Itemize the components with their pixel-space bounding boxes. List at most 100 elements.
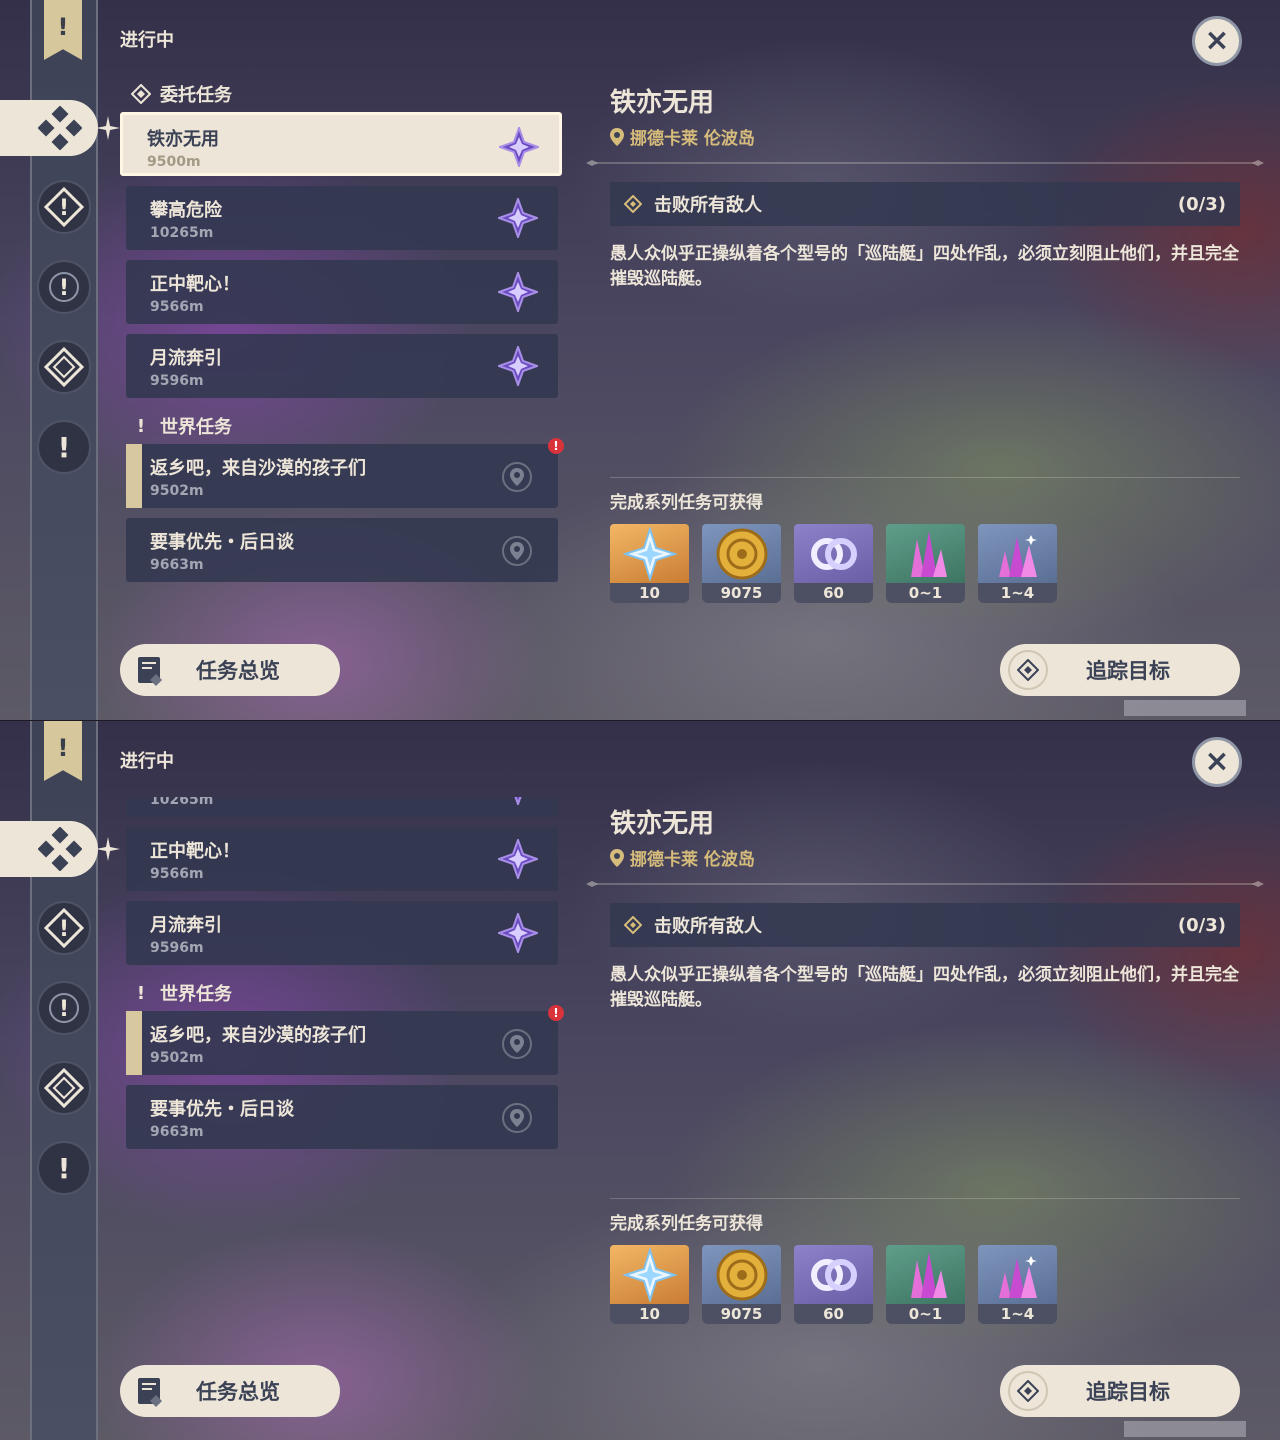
objective-text: 击败所有敌人 xyxy=(654,916,762,937)
reward-count: 9075 xyxy=(702,583,781,603)
nav-tab-world-quests[interactable]: ! xyxy=(37,1141,91,1195)
archon-quest-icon: ! xyxy=(44,908,84,948)
reward-count: 60 xyxy=(794,1304,873,1324)
reward-item[interactable]: 9075 xyxy=(702,1245,781,1324)
reward-item[interactable]: 1~4 xyxy=(978,524,1057,603)
location-pin-icon xyxy=(502,462,532,492)
quest-item[interactable]: 正中靶心！ 9566m xyxy=(126,827,558,891)
tracked-flag-icon xyxy=(126,1011,142,1075)
archon-quest-icon: ! xyxy=(44,187,84,227)
quest-item[interactable]: 要事优先・后日谈 9663m xyxy=(126,1085,558,1149)
detail-divider xyxy=(586,160,1264,166)
section-title: 进行中 xyxy=(120,30,174,51)
quest-group-title: 世界任务 xyxy=(160,984,232,1005)
quest-group-header: 委托任务 xyxy=(120,76,564,112)
nav-tab-commissions[interactable] xyxy=(0,100,98,156)
objective-text: 击败所有敌人 xyxy=(654,195,762,216)
reward-item[interactable]: 0~1 xyxy=(886,1245,965,1324)
reward-item[interactable]: 10 xyxy=(610,1245,689,1324)
reward-count: 0~1 xyxy=(886,583,965,603)
quest-item[interactable]: 返乡吧，来自沙漠的孩子们 9502m! xyxy=(126,438,564,508)
location-pin-icon xyxy=(502,1029,532,1059)
primogem-icon xyxy=(610,1245,689,1304)
rewards-row: 10 9075 60 0~1 1~4 xyxy=(610,1245,1057,1324)
commission-diamond-icon xyxy=(38,827,82,871)
reward-item[interactable]: 60 xyxy=(794,524,873,603)
section-title: 进行中 xyxy=(120,751,174,772)
quest-item[interactable]: 月流奔引 9596m xyxy=(126,901,558,965)
reward-count: 10 xyxy=(610,1304,689,1324)
quest-name: 铁亦无用 xyxy=(147,129,219,150)
world-quest-icon: ! xyxy=(136,415,146,437)
close-button[interactable]: × xyxy=(1192,737,1242,787)
sparkle-icon xyxy=(96,837,120,861)
objective-diamond-icon xyxy=(624,195,642,213)
reward-count: 1~4 xyxy=(978,1304,1057,1324)
scrollbar[interactable] xyxy=(1124,700,1246,716)
location-pin-icon xyxy=(502,536,532,566)
reward-item[interactable]: 1~4 xyxy=(978,1245,1057,1324)
adventure-exp-icon xyxy=(794,1245,873,1304)
quest-group-header: ! 世界任务 xyxy=(120,975,564,1011)
quest-name: 正中靶心！ xyxy=(150,841,240,862)
track-target-button[interactable]: 追踪目标 xyxy=(1000,1365,1240,1417)
new-alert-badge: ! xyxy=(548,1005,564,1021)
quest-overview-button[interactable]: 任务总览 xyxy=(120,644,340,696)
nav-tab-story-quests[interactable]: ! xyxy=(37,981,91,1035)
location-pin-icon xyxy=(502,1103,532,1133)
nav-tab-world-event[interactable] xyxy=(37,1061,91,1115)
location-pin-icon xyxy=(610,127,624,146)
nav-tab-world-event[interactable] xyxy=(37,340,91,394)
crystal-cluster-icon xyxy=(978,1245,1057,1304)
reward-count: 0~1 xyxy=(886,1304,965,1324)
commission-star-icon xyxy=(514,797,522,805)
scrollbar[interactable] xyxy=(1124,1421,1246,1437)
reward-item[interactable]: 10 xyxy=(610,524,689,603)
quest-distance: 9663m xyxy=(150,557,204,573)
commission-star-icon xyxy=(498,913,538,953)
commission-diamond-icon xyxy=(130,83,152,105)
track-diamond-icon xyxy=(1008,650,1048,690)
crystal-chunk-icon xyxy=(886,524,965,583)
close-icon: × xyxy=(1204,23,1230,58)
quest-item[interactable]: 铁亦无用 9500m xyxy=(120,112,562,176)
location-pin-icon xyxy=(610,848,624,867)
quest-item[interactable]: 攀高危险10265m xyxy=(126,186,558,250)
quest-list[interactable]: 攀高危险10265m 正中靶心！ 9566m 月流奔引 9596m! 世界任务返乡吧，来自… xyxy=(120,797,564,1317)
nav-tab-world-quests[interactable]: ! xyxy=(37,420,91,474)
quest-location: 挪德卡莱 伦波岛 xyxy=(610,124,755,149)
mora-coin-icon xyxy=(702,1245,781,1304)
reward-count: 60 xyxy=(794,583,873,603)
objective-row: 击败所有敌人 (0/3) xyxy=(610,182,1240,226)
story-quest-icon: ! xyxy=(49,993,79,1023)
nav-tab-archon-quests[interactable]: ! xyxy=(37,901,91,955)
quest-distance: 9596m xyxy=(150,940,204,956)
reward-item[interactable]: 0~1 xyxy=(886,524,965,603)
svg-text:!: ! xyxy=(59,276,69,301)
quest-name: 月流奔引 xyxy=(150,348,222,369)
quest-list[interactable]: 委托任务 铁亦无用 9500m 攀高危险 10265m 正中靶心！ 9566m 月流奔引 959… xyxy=(120,76,564,596)
quest-name: 正中靶心！ xyxy=(150,274,240,295)
quest-item[interactable]: 月流奔引 9596m xyxy=(126,334,558,398)
crystal-chunk-icon xyxy=(886,1245,965,1304)
quest-item[interactable]: 返乡吧，来自沙漠的孩子们 9502m! xyxy=(126,1005,564,1075)
sparkle-icon xyxy=(96,116,120,140)
nav-tab-story-quests[interactable]: ! xyxy=(37,260,91,314)
quest-item[interactable]: 要事优先・后日谈 9663m xyxy=(126,518,558,582)
exclamation-icon: ! xyxy=(57,1151,71,1185)
track-target-button[interactable]: 追踪目标 xyxy=(1000,644,1240,696)
quest-overview-button[interactable]: 任务总览 xyxy=(120,1365,340,1417)
quest-name: 要事优先・后日谈 xyxy=(150,532,294,553)
reward-count: 10 xyxy=(610,583,689,603)
quest-distance: 9566m xyxy=(150,866,204,882)
nav-tab-commissions[interactable] xyxy=(0,821,98,877)
quest-book-icon xyxy=(138,1378,162,1407)
nav-tab-archon-quests[interactable]: ! xyxy=(37,180,91,234)
quest-item[interactable]: 攀高危险10265m xyxy=(126,797,558,817)
quest-item[interactable]: 正中靶心！ 9566m xyxy=(126,260,558,324)
adventure-exp-icon xyxy=(794,524,873,583)
quest-distance: 10265m xyxy=(150,225,214,241)
close-button[interactable]: × xyxy=(1192,16,1242,66)
reward-item[interactable]: 60 xyxy=(794,1245,873,1324)
reward-item[interactable]: 9075 xyxy=(702,524,781,603)
